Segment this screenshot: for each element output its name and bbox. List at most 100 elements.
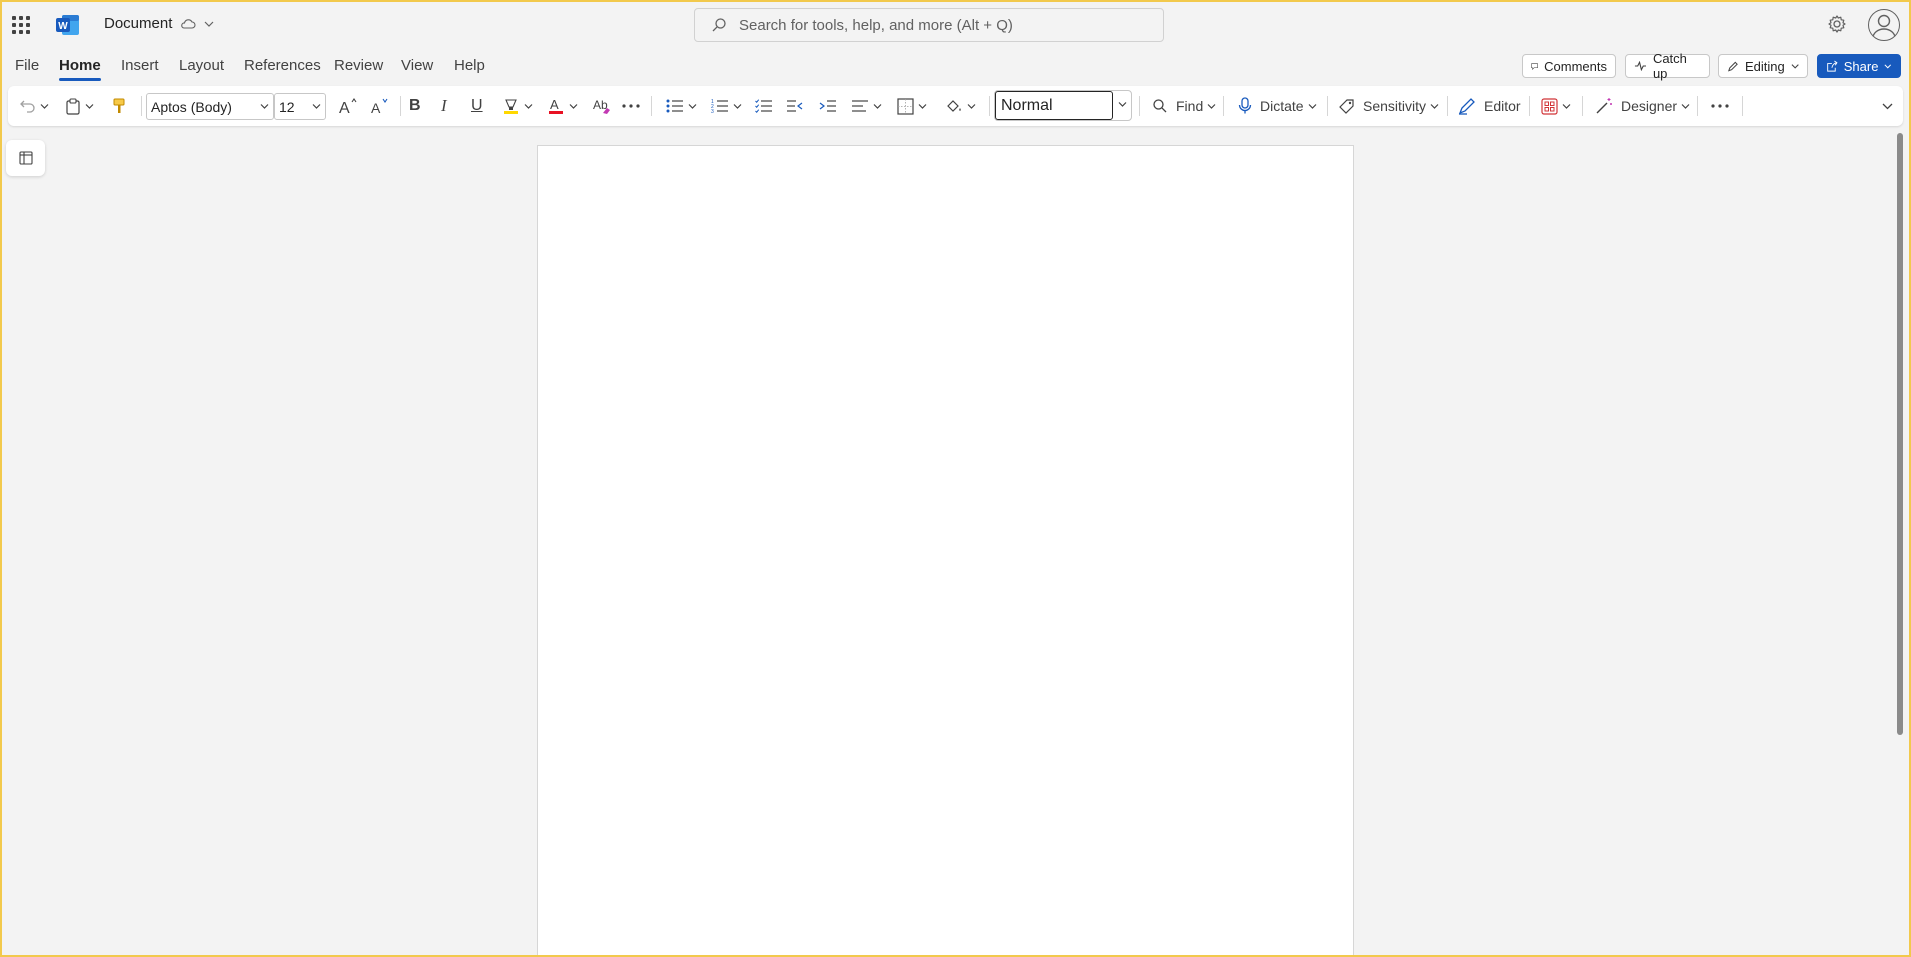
undo-button[interactable] — [20, 86, 49, 126]
chevron-down-icon — [918, 103, 927, 109]
style-select[interactable]: Normal — [994, 90, 1132, 121]
increase-indent-icon — [819, 100, 836, 112]
tab-view[interactable]: View — [401, 57, 433, 74]
font-size-value: 12 — [279, 98, 295, 115]
ribbon-separator — [989, 96, 990, 116]
chevron-down-icon — [688, 103, 697, 109]
scrollbar-thumb[interactable] — [1897, 133, 1903, 735]
decrease-indent-button[interactable] — [786, 86, 804, 126]
font-color-button[interactable]: A — [547, 86, 578, 126]
checklist-icon — [755, 99, 772, 113]
chevron-down-icon — [1430, 103, 1439, 109]
add-ins-grid-icon — [1541, 97, 1558, 115]
chevron-down-icon — [260, 104, 269, 109]
chevron-down-icon — [873, 103, 882, 109]
tab-review[interactable]: Review — [334, 57, 383, 74]
search-input[interactable]: Search for tools, help, and more (Alt + … — [694, 8, 1164, 42]
add-ins-button[interactable] — [1541, 86, 1571, 126]
document-title[interactable]: Document — [104, 15, 214, 32]
font-name-value: Aptos (Body) — [151, 98, 232, 115]
sensitivity-label: Sensitivity — [1363, 98, 1427, 114]
highlight-color-button[interactable] — [502, 86, 533, 126]
italic-button[interactable]: I — [441, 86, 447, 126]
share-button[interactable]: Share — [1817, 54, 1901, 78]
format-painter-button[interactable] — [112, 86, 126, 126]
account-avatar[interactable] — [1868, 9, 1900, 41]
bold-button[interactable]: B — [409, 86, 421, 126]
catch-up-button[interactable]: Catch up — [1625, 51, 1710, 81]
underline-glyph: U — [471, 97, 483, 114]
shrink-font-button[interactable]: A — [370, 86, 390, 126]
dictate-button[interactable]: Dictate — [1238, 86, 1317, 126]
more-options-button[interactable] — [1711, 86, 1729, 126]
editing-mode-button[interactable]: Editing — [1718, 54, 1808, 78]
ribbon-separator — [1447, 96, 1448, 116]
gear-icon[interactable] — [1826, 13, 1848, 35]
undo-icon — [20, 100, 35, 113]
checklist-button[interactable] — [755, 86, 773, 126]
search-icon — [1153, 99, 1167, 113]
increase-indent-button[interactable] — [819, 86, 837, 126]
tab-home[interactable]: Home — [59, 57, 101, 81]
find-label: Find — [1176, 98, 1204, 114]
chevron-down-icon — [967, 103, 976, 109]
align-left-icon — [852, 100, 868, 112]
align-button[interactable] — [851, 86, 882, 126]
clipboard-icon — [66, 97, 80, 115]
more-icon — [1711, 104, 1729, 108]
svg-text:A: A — [339, 100, 350, 115]
font-name-select[interactable]: Aptos (Body) — [146, 93, 274, 120]
style-dropdown[interactable] — [1113, 100, 1131, 111]
clear-formatting-button[interactable]: Ab — [592, 86, 612, 126]
borders-button[interactable] — [897, 86, 927, 126]
underline-button[interactable]: U — [471, 86, 483, 126]
font-size-select[interactable]: 12 — [274, 93, 326, 120]
share-label: Share — [1843, 58, 1879, 74]
bullets-button[interactable] — [666, 86, 697, 126]
grow-font-icon: A — [339, 98, 357, 115]
word-logo-icon[interactable]: W — [56, 14, 80, 36]
numbering-button[interactable]: 1 2 3 — [711, 86, 742, 126]
ribbon-separator — [1223, 96, 1224, 116]
italic-glyph: I — [441, 96, 447, 115]
chevron-down-icon — [1118, 102, 1126, 107]
chevron-down-icon — [1884, 63, 1892, 68]
highlighter-icon — [504, 99, 518, 114]
ribbon-expand-button[interactable] — [1882, 86, 1893, 126]
svg-text:W: W — [58, 21, 68, 32]
editing-label: Editing — [1744, 58, 1785, 74]
editor-button[interactable]: Editor — [1458, 86, 1521, 126]
tab-file[interactable]: File — [15, 57, 39, 74]
chevron-down-icon — [40, 103, 49, 109]
sensitivity-tag-icon — [1339, 98, 1354, 114]
tab-layout[interactable]: Layout — [179, 57, 224, 74]
chevron-down-icon — [733, 103, 742, 109]
editor-label: Editor — [1484, 98, 1521, 114]
tab-references[interactable]: References — [244, 57, 321, 74]
app-launcher-icon[interactable] — [10, 14, 32, 36]
more-font-options-button[interactable] — [622, 86, 640, 126]
editor-pen-icon — [1458, 98, 1475, 115]
paste-button[interactable] — [65, 86, 94, 126]
designer-button[interactable]: Designer — [1595, 86, 1690, 126]
clear-formatting-icon: Ab — [593, 98, 610, 114]
tab-insert[interactable]: Insert — [121, 57, 159, 74]
shrink-font-icon: A — [371, 98, 388, 115]
search-placeholder: Search for tools, help, and more (Alt + … — [739, 16, 1013, 34]
microphone-icon — [1238, 97, 1252, 114]
comments-button[interactable]: Comments — [1522, 54, 1616, 78]
grow-font-button[interactable]: A — [338, 86, 358, 126]
cloud-icon — [181, 18, 196, 29]
sensitivity-button[interactable]: Sensitivity — [1338, 86, 1439, 126]
font-color-icon: A — [549, 97, 563, 114]
navigation-pane-icon — [18, 151, 33, 165]
document-page[interactable] — [537, 145, 1354, 957]
navigation-pane-button[interactable] — [6, 140, 45, 176]
numbered-list-icon: 1 2 3 — [711, 99, 728, 113]
shading-button[interactable] — [945, 86, 976, 126]
chevron-down-icon — [312, 104, 321, 109]
tab-help[interactable]: Help — [454, 57, 485, 74]
find-button[interactable]: Find — [1152, 86, 1216, 126]
paintbrush-icon — [113, 98, 125, 113]
paint-bucket-icon — [947, 99, 961, 112]
